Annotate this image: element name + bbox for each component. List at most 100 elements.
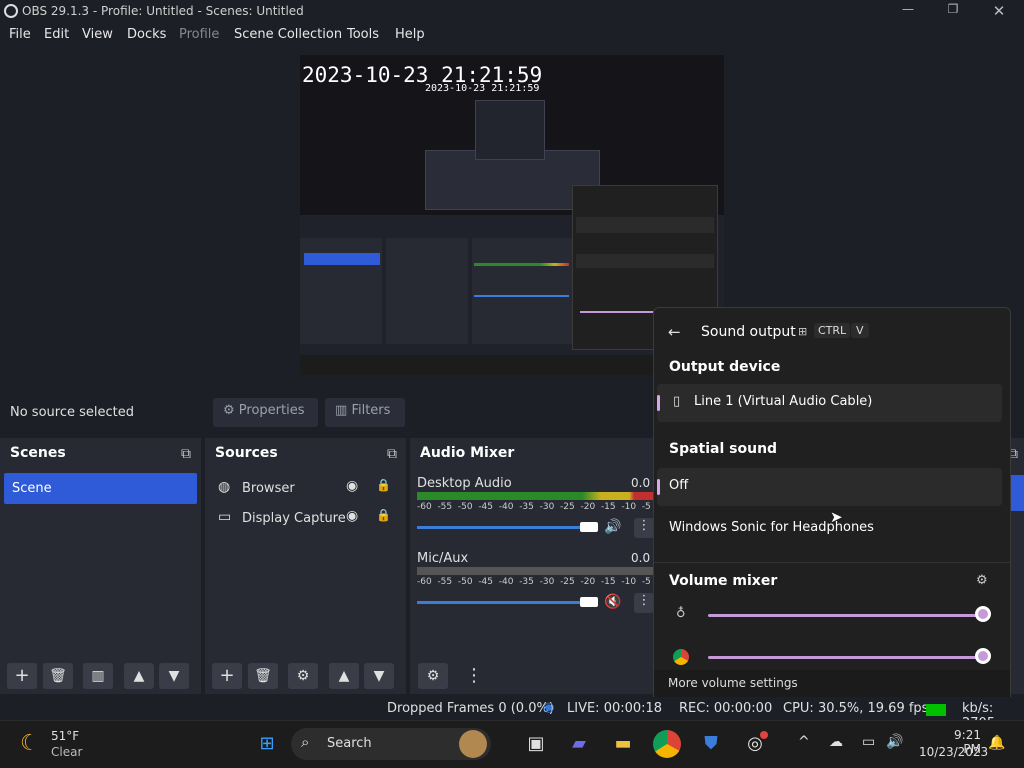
app-volume-track[interactable] — [708, 656, 984, 659]
undock-icon[interactable]: ⧉ — [387, 446, 397, 462]
task-view-icon[interactable]: ▣ — [522, 730, 550, 758]
add-source-button[interactable]: + — [212, 663, 242, 689]
channel-menu-button[interactable]: ⋮ — [634, 518, 654, 538]
source-label: Display Capture — [242, 511, 346, 526]
onedrive-icon[interactable]: ☁ — [829, 734, 843, 750]
tick: -10 — [621, 577, 637, 587]
more-volume-settings-link[interactable]: More volume settings — [668, 676, 798, 690]
scene-filters-button[interactable]: ▥ — [83, 663, 113, 689]
menu-scene-collection[interactable]: Scene Collection — [234, 27, 342, 42]
network-icon[interactable]: ▭ — [862, 734, 875, 750]
spatial-option-off[interactable]: Off — [657, 468, 1002, 506]
menu-file[interactable]: File — [9, 27, 31, 42]
lock-icon[interactable]: 🔒 — [376, 508, 391, 522]
eye-icon[interactable]: ◉ — [346, 478, 358, 494]
output-device-option[interactable]: ▯ Line 1 (Virtual Audio Cable) — [657, 384, 1002, 422]
menu-view[interactable]: View — [82, 27, 113, 42]
search-label: Search — [327, 736, 372, 751]
tick: -60 — [417, 502, 432, 512]
tick: -45 — [478, 577, 494, 587]
close-button[interactable]: ✕ — [984, 2, 1014, 20]
move-source-up-button[interactable]: ▲ — [329, 663, 359, 689]
search-box[interactable]: ⌕ Search — [291, 728, 491, 760]
menu-edit[interactable]: Edit — [44, 27, 69, 42]
weather-desc: Clear — [51, 745, 83, 759]
speaker-muted-icon[interactable]: 🔇 — [604, 594, 621, 610]
filters-button[interactable]: ▥ Filters — [325, 398, 405, 427]
tick: -60 — [417, 577, 432, 587]
back-arrow-icon[interactable]: ← — [668, 323, 681, 341]
eye-icon[interactable]: ◉ — [346, 508, 358, 524]
scenes-title: Scenes — [10, 445, 66, 461]
preview-timestamp-small: 2023-10-23 21:21:59 — [425, 83, 540, 94]
volume-slider-handle[interactable] — [580, 522, 598, 532]
globe-icon: ◍ — [218, 479, 231, 495]
tick: -30 — [539, 577, 555, 587]
menu-help[interactable]: Help — [395, 27, 425, 42]
chrome-icon[interactable] — [653, 730, 681, 758]
app-volume-thumb[interactable] — [975, 606, 991, 622]
chrome-icon — [673, 649, 689, 665]
live-icon: ◉ — [543, 700, 555, 715]
sources-title: Sources — [215, 445, 278, 461]
add-scene-button[interactable]: + — [7, 663, 37, 689]
move-scene-down-button[interactable]: ▼ — [159, 663, 189, 689]
volume-icon[interactable]: 🔊 — [886, 734, 903, 750]
remove-source-button[interactable]: 🗑 — [248, 663, 278, 689]
tick: -25 — [560, 502, 575, 512]
app-volume-track[interactable] — [708, 614, 984, 617]
source-item-browser[interactable]: ◍ Browser ◉ 🔒 — [216, 476, 396, 504]
clock-date[interactable]: 10/23/2023 — [919, 745, 988, 759]
menu-docks[interactable]: Docks — [127, 27, 166, 42]
channel-name: Mic/Aux — [417, 551, 469, 566]
tick: -55 — [437, 502, 453, 512]
output-device-heading: Output device — [669, 359, 781, 375]
search-icon: ⌕ — [301, 733, 310, 751]
move-scene-up-button[interactable]: ▲ — [124, 663, 154, 689]
volume-slider[interactable] — [417, 526, 585, 529]
scene-item[interactable]: Scene — [4, 473, 197, 504]
advanced-audio-button[interactable]: ⚙ — [418, 663, 448, 689]
maximize-button[interactable]: ❐ — [938, 2, 968, 20]
speaker-icon[interactable]: 🔊 — [604, 519, 621, 535]
tick: -20 — [580, 577, 596, 587]
controls-strip — [1010, 475, 1024, 511]
notification-bell-icon[interactable]: 🔔 — [988, 735, 1005, 751]
remove-scene-button[interactable]: 🗑 — [43, 663, 73, 689]
undock-icon[interactable]: ⧉ — [181, 446, 191, 462]
tick: -35 — [519, 577, 534, 587]
tick: -5 — [641, 577, 651, 587]
output-device-name: Line 1 (Virtual Audio Cable) — [694, 394, 873, 409]
file-explorer-icon[interactable]: ▬ — [609, 730, 637, 758]
recording-dot — [760, 731, 768, 739]
menu-tools[interactable]: Tools — [347, 27, 379, 42]
health-indicator — [926, 704, 946, 716]
windows-key-icon: ⊞ — [798, 325, 808, 338]
sound-output-title: Sound output — [701, 324, 796, 340]
volume-slider[interactable] — [417, 601, 585, 604]
weather-temp: 51°F — [51, 729, 80, 743]
mouse-cursor-icon: ➤ — [830, 508, 843, 526]
menu-profile[interactable]: Profile — [179, 27, 219, 42]
tick: -40 — [498, 502, 514, 512]
channel-menu-button[interactable]: ⋮ — [634, 593, 654, 613]
tick: -55 — [437, 577, 453, 587]
defender-icon[interactable]: ⛊ — [697, 730, 725, 758]
speaker-device-icon: ▯ — [673, 394, 681, 409]
mixer-menu-button[interactable]: ⋮ — [459, 663, 489, 689]
lock-icon[interactable]: 🔒 — [376, 478, 391, 492]
tick: -50 — [457, 577, 473, 587]
move-source-down-button[interactable]: ▼ — [364, 663, 394, 689]
shortcut-key: CTRL — [814, 323, 851, 338]
properties-button[interactable]: ⚙ Properties — [213, 398, 318, 427]
windows-start-icon[interactable]: ⊞ — [253, 730, 281, 758]
teams-chat-icon[interactable]: ▰ — [565, 730, 593, 758]
app-volume-icon: ♁ — [676, 606, 686, 621]
settings-gear-icon[interactable]: ⚙ — [976, 573, 988, 588]
volume-slider-handle[interactable] — [580, 597, 598, 607]
minimize-button[interactable]: — — [893, 2, 923, 20]
chevron-up-icon[interactable]: ^ — [798, 734, 810, 750]
app-volume-thumb[interactable] — [975, 648, 991, 664]
source-properties-button[interactable]: ⚙ — [288, 663, 318, 689]
source-item-display-capture[interactable]: ▭ Display Capture ◉ 🔒 — [216, 506, 396, 534]
